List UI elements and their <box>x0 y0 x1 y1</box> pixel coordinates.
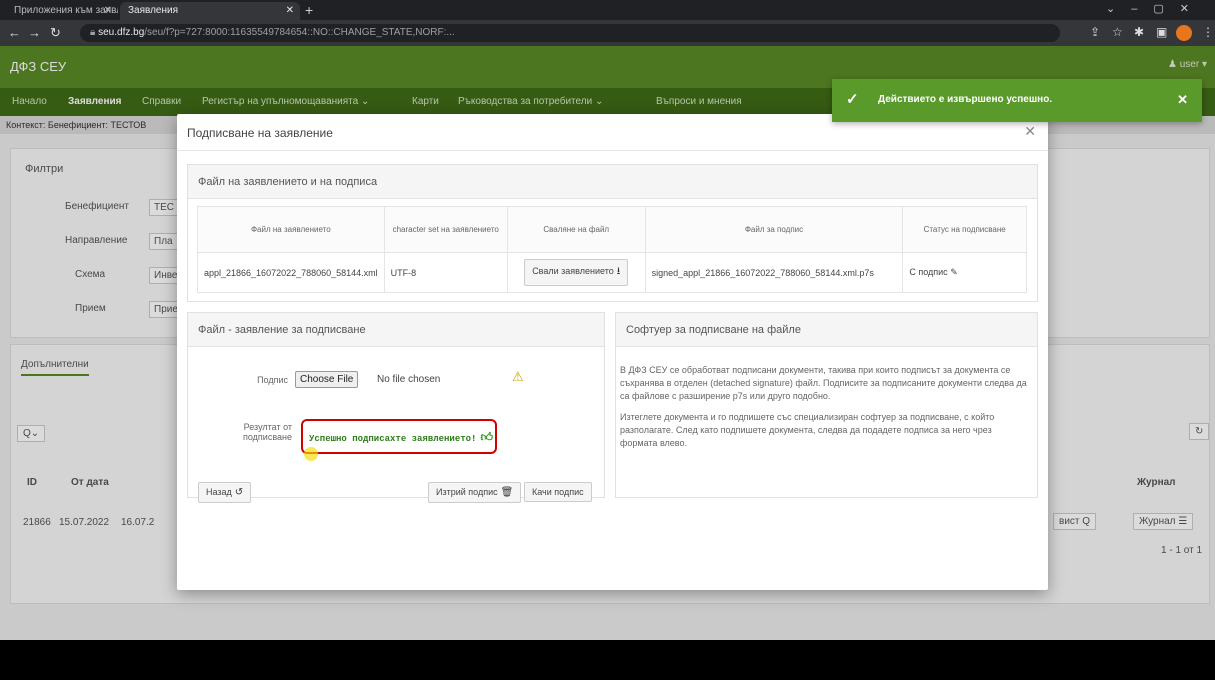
browser-tabstrip: Приложения към заявления с ✕ Заявления ✕… <box>0 0 1215 20</box>
sign-section: Файл - заявление за подписване <box>187 312 605 498</box>
address-bar[interactable]: 🔒︎ seu.dfz.bg/seu/f?p=727:8000:116355497… <box>80 24 1060 42</box>
browser-window: Приложения към заявления с ✕ Заявления ✕… <box>0 0 1215 640</box>
menu-icon[interactable]: ⋮ <box>1202 25 1214 39</box>
extension-icon[interactable]: ✱ <box>1134 25 1144 39</box>
back-button[interactable]: Назад ↺ <box>198 482 252 503</box>
column-header: Файл за подпис <box>644 206 904 253</box>
signature-label: Подпис <box>257 375 288 385</box>
upload-signature-button[interactable]: Качи подпис <box>524 482 592 502</box>
signature-file: signed_appl_21866_16072022_788060_58144.… <box>644 252 904 293</box>
sign-result-text: Успешно подписахте заявлението! <box>309 434 477 444</box>
software-section-title: Софтуер за подписване на файле <box>616 313 1037 347</box>
back-icon[interactable]: ← <box>8 25 21 40</box>
modal-title: Подписване на заявление <box>187 126 333 140</box>
warning-icon: ⚠ <box>512 369 524 384</box>
sign-section-title: Файл - заявление за подписване <box>188 313 604 347</box>
forward-icon[interactable]: → <box>28 25 41 40</box>
no-file-text: No file chosen <box>377 374 441 385</box>
charset-value: UTF-8 <box>383 252 508 293</box>
check-icon: ✓ <box>846 91 859 108</box>
window-controls[interactable]: ⌄–▢✕ <box>1106 2 1205 15</box>
thumbs-up-icon: 👍︎ <box>480 431 493 445</box>
sign-result-box: Успешно подписахте заявлението! 👍︎ <box>301 419 497 454</box>
download-application-button[interactable]: Свали заявлението ⭳ <box>524 259 629 286</box>
close-icon[interactable]: ✕ <box>1177 92 1188 108</box>
trash-icon: 🗑︎ <box>500 487 514 498</box>
column-header: Сваляне на файл <box>506 206 646 253</box>
undo-icon: ↺ <box>234 487 244 498</box>
url-host: seu.dfz.bg <box>98 27 145 38</box>
sidepanel-icon[interactable]: ▣ <box>1156 25 1167 39</box>
pencil-icon[interactable]: ✎ <box>950 267 958 277</box>
browser-tab-active[interactable]: Заявления ✕ <box>120 2 300 20</box>
column-header: character set на заявлението <box>383 206 508 253</box>
new-tab-icon[interactable]: + <box>305 2 313 18</box>
back-label: Назад <box>206 487 232 497</box>
delete-signature-button[interactable]: Изтрий подпис 🗑︎ <box>428 482 522 503</box>
success-toast: ✓ Действието е извършено успешно. ✕ <box>832 79 1202 122</box>
url-path: /seu/f?p=727:8000:11635549784654::NO::CH… <box>144 27 455 38</box>
download-icon: ⭳ <box>616 266 621 277</box>
close-tab-icon[interactable]: ✕ <box>286 5 294 16</box>
software-description: В ДФЗ СЕУ се обработват подписани докуме… <box>620 364 1030 458</box>
divider <box>177 150 1048 151</box>
lock-icon: 🔒︎ <box>90 27 99 38</box>
browser-toolbar: ← → ↻ 🔒︎ seu.dfz.bg/seu/f?p=727:8000:116… <box>0 20 1215 46</box>
download-cell: Свали заявлението ⭳ <box>506 252 646 293</box>
toast-message: Действието е извършено успешно. <box>878 94 1053 105</box>
close-tab-icon[interactable]: ✕ <box>104 5 112 16</box>
profile-avatar[interactable] <box>1176 25 1192 41</box>
close-icon[interactable]: ✕ <box>1024 123 1036 140</box>
table-header-row: Файл на заявлението character set на зая… <box>197 206 1027 253</box>
reload-icon[interactable]: ↻ <box>50 25 61 41</box>
status-cell: С подпис ✎ <box>902 252 1027 293</box>
browser-tab-label: Заявления <box>128 5 179 16</box>
result-label: Резултат от подписване <box>243 422 292 442</box>
software-paragraph: Изтеглете документа и го подпишете със с… <box>620 412 995 448</box>
column-header: Файл на заявлението <box>197 206 385 253</box>
browser-tab[interactable]: Приложения към заявления с ✕ <box>6 2 118 20</box>
status-text: С подпис <box>909 267 948 277</box>
files-table: Файл на заявлението character set на зая… <box>197 206 1027 293</box>
choose-file-button[interactable]: Choose File <box>295 371 359 388</box>
browser-tab-label: Приложения към заявления с <box>14 5 118 16</box>
upload-label: Качи подпис <box>532 487 584 497</box>
table-row: appl_21866_16072022_788060_58144.xml UTF… <box>197 252 1027 293</box>
star-icon[interactable]: ☆ <box>1112 25 1123 39</box>
share-icon[interactable]: ⇪ <box>1090 25 1100 39</box>
column-header: Статус на подписване <box>902 206 1027 253</box>
download-label: Свали заявлението <box>532 266 614 276</box>
sign-application-modal: Подписване на заявление ✕ Файл на заявле… <box>177 114 1048 590</box>
files-section-title: Файл на заявлението и на подписа <box>188 165 1037 199</box>
application-file: appl_21866_16072022_788060_58144.xml <box>197 252 385 293</box>
delete-label: Изтрий подпис <box>436 487 498 497</box>
software-paragraph: В ДФЗ СЕУ се обработват подписани докуме… <box>620 365 1027 401</box>
cursor-highlight <box>304 447 318 461</box>
